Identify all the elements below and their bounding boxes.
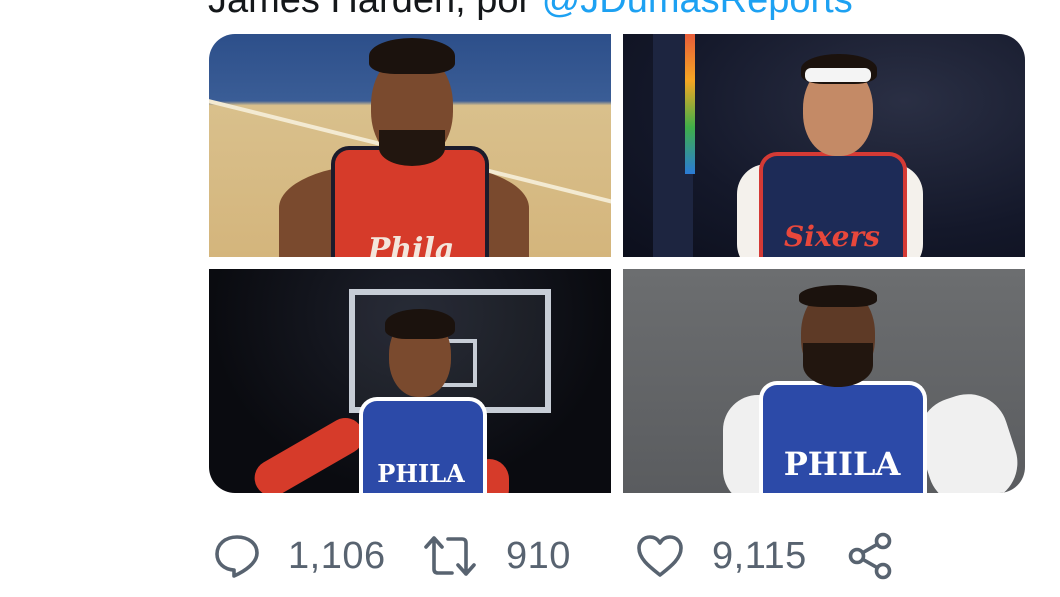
player-beard	[803, 343, 873, 387]
retweet-icon	[424, 536, 476, 576]
like-button[interactable]: 9,115	[636, 526, 807, 586]
tweet-detail-view: James Harden, por @JDumasReports Phila S…	[0, 0, 1060, 597]
player-figure: Phila	[279, 34, 579, 257]
player-beard	[379, 130, 445, 166]
player-headband	[805, 68, 871, 82]
reply-icon	[215, 535, 259, 578]
retweet-button[interactable]: 910	[422, 526, 571, 586]
player-hair	[369, 38, 455, 74]
player-figure: Sixers	[733, 34, 1025, 257]
media-grid: Phila Sixers PHILA PHILA	[209, 34, 1025, 493]
tweet-action-bar: 1,106 910 9,115	[214, 526, 914, 586]
tweet-photo-1[interactable]: Phila	[209, 34, 611, 257]
jersey-lettering: PHILA	[783, 445, 901, 483]
player-hair	[385, 309, 455, 339]
reply-count: 1,106	[288, 534, 386, 577]
player-figure: PHILA	[723, 285, 1025, 493]
player-arm-left	[248, 411, 370, 493]
jersey-lettering: Phila	[367, 232, 455, 257]
jersey-lettering: Sixers	[784, 220, 880, 253]
player-figure: PHILA	[248, 309, 569, 493]
referee-band	[685, 34, 695, 174]
player-hair	[799, 285, 877, 307]
like-count: 9,115	[712, 534, 807, 577]
heart-icon	[637, 535, 683, 577]
tweet-photo-4[interactable]: PHILA	[623, 269, 1025, 493]
tweet-text-body: James Harden, por	[208, 0, 542, 21]
share-icon	[848, 532, 892, 580]
tweet-text: James Harden, por @JDumasReports	[208, 0, 853, 22]
mention-link[interactable]: @JDumasReports	[542, 0, 853, 21]
retweet-count: 910	[506, 534, 571, 577]
tweet-photo-2[interactable]: Sixers	[623, 34, 1025, 257]
share-button[interactable]	[846, 526, 894, 586]
jersey-lettering: PHILA	[377, 459, 465, 488]
tweet-photo-3[interactable]: PHILA	[209, 269, 611, 493]
reply-button[interactable]: 1,106	[214, 526, 386, 586]
